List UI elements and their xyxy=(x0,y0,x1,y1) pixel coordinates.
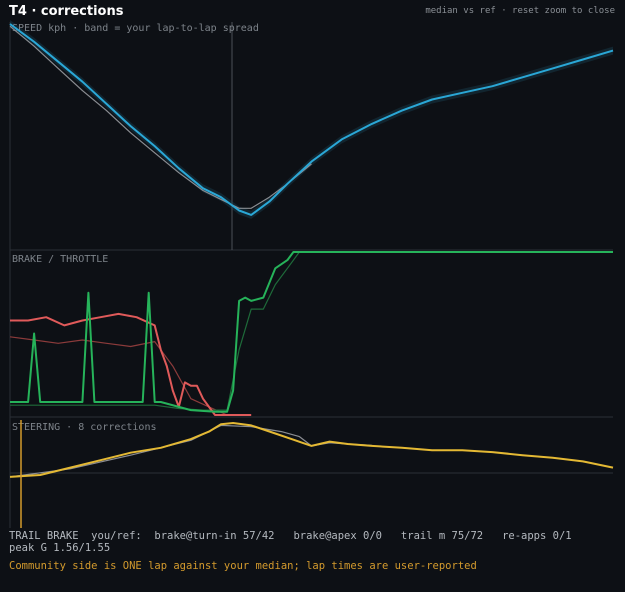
brake-panel-label: BRAKE / THROTTLE xyxy=(12,254,108,265)
speed-panel-label: SPEED kph · band = your lap-to-lap sprea… xyxy=(12,23,259,34)
brake-you-line xyxy=(10,312,252,416)
speed-you-line xyxy=(9,23,614,216)
speed-spread-band xyxy=(10,20,613,219)
speed-ref-line xyxy=(9,25,312,209)
peak-g-line: peak G 1.56/1.55 xyxy=(9,542,111,554)
steer-panel-label: STEERING · 8 corrections xyxy=(12,422,157,433)
telemetry-plots[interactable]: SPEED kph · band = your lap-to-lap sprea… xyxy=(0,0,625,528)
community-note: Community side is ONE lap against your m… xyxy=(9,560,477,572)
throttle-you-line xyxy=(10,251,613,413)
trail-brake-line: TRAIL BRAKE you/ref: brake@turn-in 57/42… xyxy=(9,530,572,542)
brake-ref-line xyxy=(9,336,228,416)
trail-brake-summary: TRAIL BRAKE you/ref: brake@turn-in 57/42… xyxy=(9,530,617,554)
